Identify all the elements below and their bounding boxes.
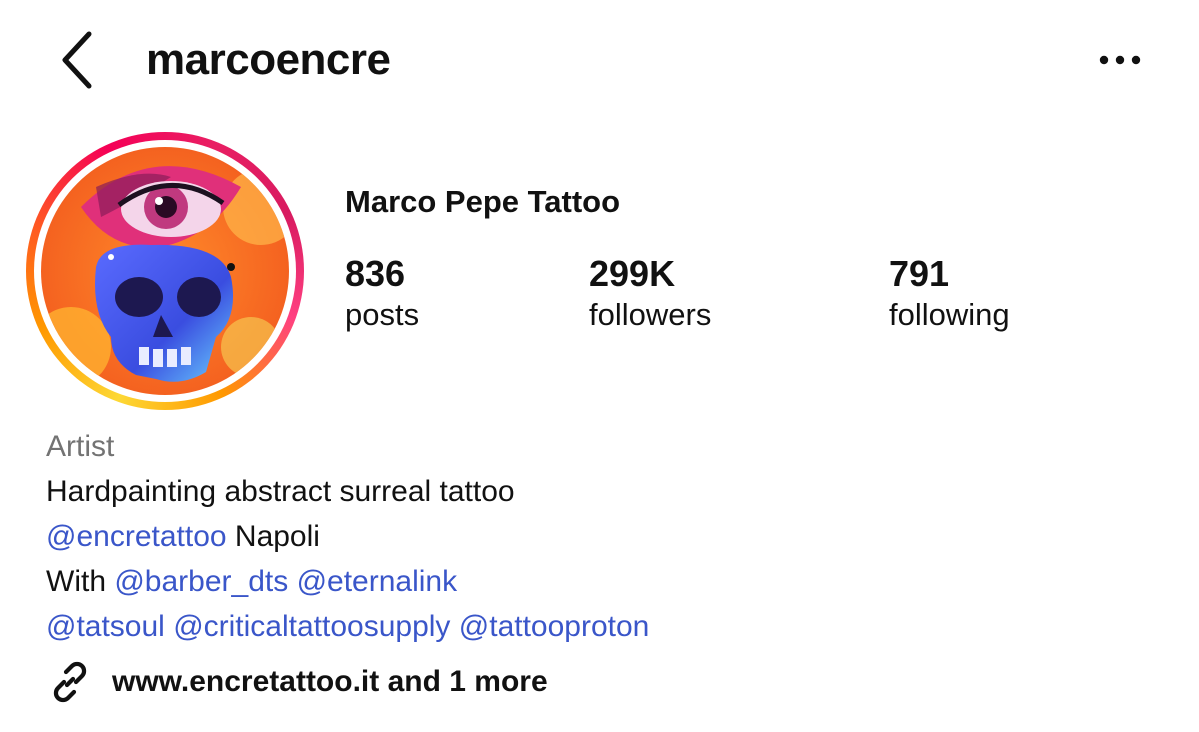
followers-count[interactable]: 299K followers [589, 252, 711, 334]
avatar-artwork [41, 147, 289, 395]
more-horizontal-icon [1099, 55, 1141, 65]
top-bar: marcoencre [0, 0, 1199, 120]
posts-label: posts [345, 297, 420, 332]
story-ring[interactable] [26, 132, 304, 410]
mention-link[interactable]: @encretattoo [46, 520, 227, 553]
posts-count[interactable]: 836 posts [345, 252, 419, 334]
profile-username: marcoencre [146, 35, 391, 84]
chevron-left-icon [62, 31, 92, 89]
profile-display-name: Marco Pepe Tattoo [345, 184, 621, 219]
bio-line: @tatsoul @criticaltattoosupply @tattoopr… [46, 604, 649, 649]
following-number: 791 [889, 253, 950, 294]
following-label: following [889, 297, 1010, 332]
mention-link[interactable]: @tattooproton [459, 610, 650, 643]
more-options-button[interactable] [1092, 44, 1148, 76]
mention-link[interactable]: @tatsoul [46, 610, 165, 643]
link-icon [46, 658, 94, 706]
posts-number: 836 [345, 253, 406, 294]
following-count[interactable]: 791 following [889, 252, 1010, 334]
followers-number: 299K [589, 253, 676, 294]
bio-line: With @barber_dts @eternalink [46, 559, 649, 604]
profile-category: Artist [46, 430, 115, 463]
back-button[interactable] [52, 28, 102, 92]
bio-text: Napoli [226, 520, 320, 553]
link-text: www.encretattoo.it and 1 more [112, 665, 548, 698]
avatar [41, 147, 289, 395]
bio-line: Hardpainting abstract surreal tattoo [46, 475, 515, 508]
bio-text: With [46, 565, 115, 598]
mention-link[interactable]: @eternalink [297, 565, 458, 598]
mention-link[interactable]: @criticaltattoosupply [173, 610, 450, 643]
followers-label: followers [589, 297, 712, 332]
external-link[interactable]: www.encretattoo.it and 1 more [46, 656, 548, 708]
profile-bio: Artist Hardpainting abstract surreal tat… [46, 424, 649, 649]
bio-line: @encretattoo Napoli [46, 514, 649, 559]
mention-link[interactable]: @barber_dts [114, 565, 288, 598]
